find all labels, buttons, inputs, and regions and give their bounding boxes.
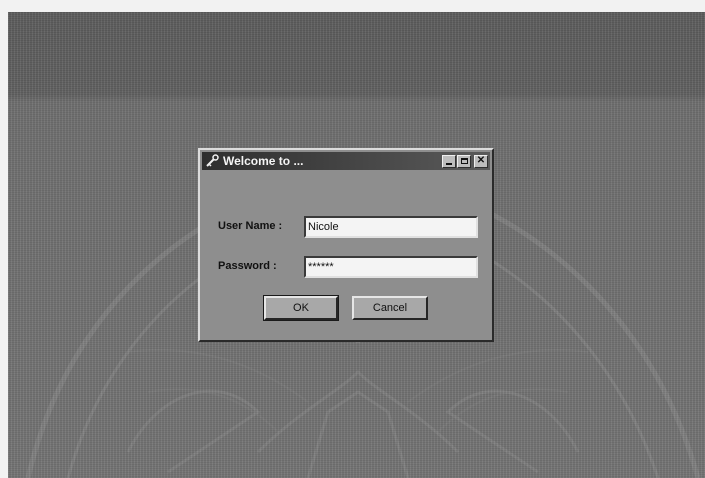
password-input[interactable] [304, 256, 478, 278]
dialog-title: Welcome to ... [223, 154, 304, 168]
login-dialog: Welcome to ... ✕ User Name : Password : … [198, 148, 494, 342]
minimize-button[interactable] [442, 154, 456, 168]
ok-button[interactable]: OK [263, 295, 339, 321]
close-icon: ✕ [476, 155, 486, 166]
username-input[interactable] [304, 216, 478, 238]
title-bar[interactable]: Welcome to ... ✕ [202, 152, 490, 170]
cancel-button[interactable]: Cancel [352, 296, 428, 320]
username-label: User Name : [218, 220, 283, 232]
key-icon [204, 153, 220, 169]
password-label: Password : [218, 260, 277, 272]
close-button[interactable]: ✕ [474, 154, 488, 168]
maximize-icon [460, 158, 468, 164]
minimize-icon [446, 163, 452, 165]
maximize-button[interactable] [457, 154, 471, 168]
